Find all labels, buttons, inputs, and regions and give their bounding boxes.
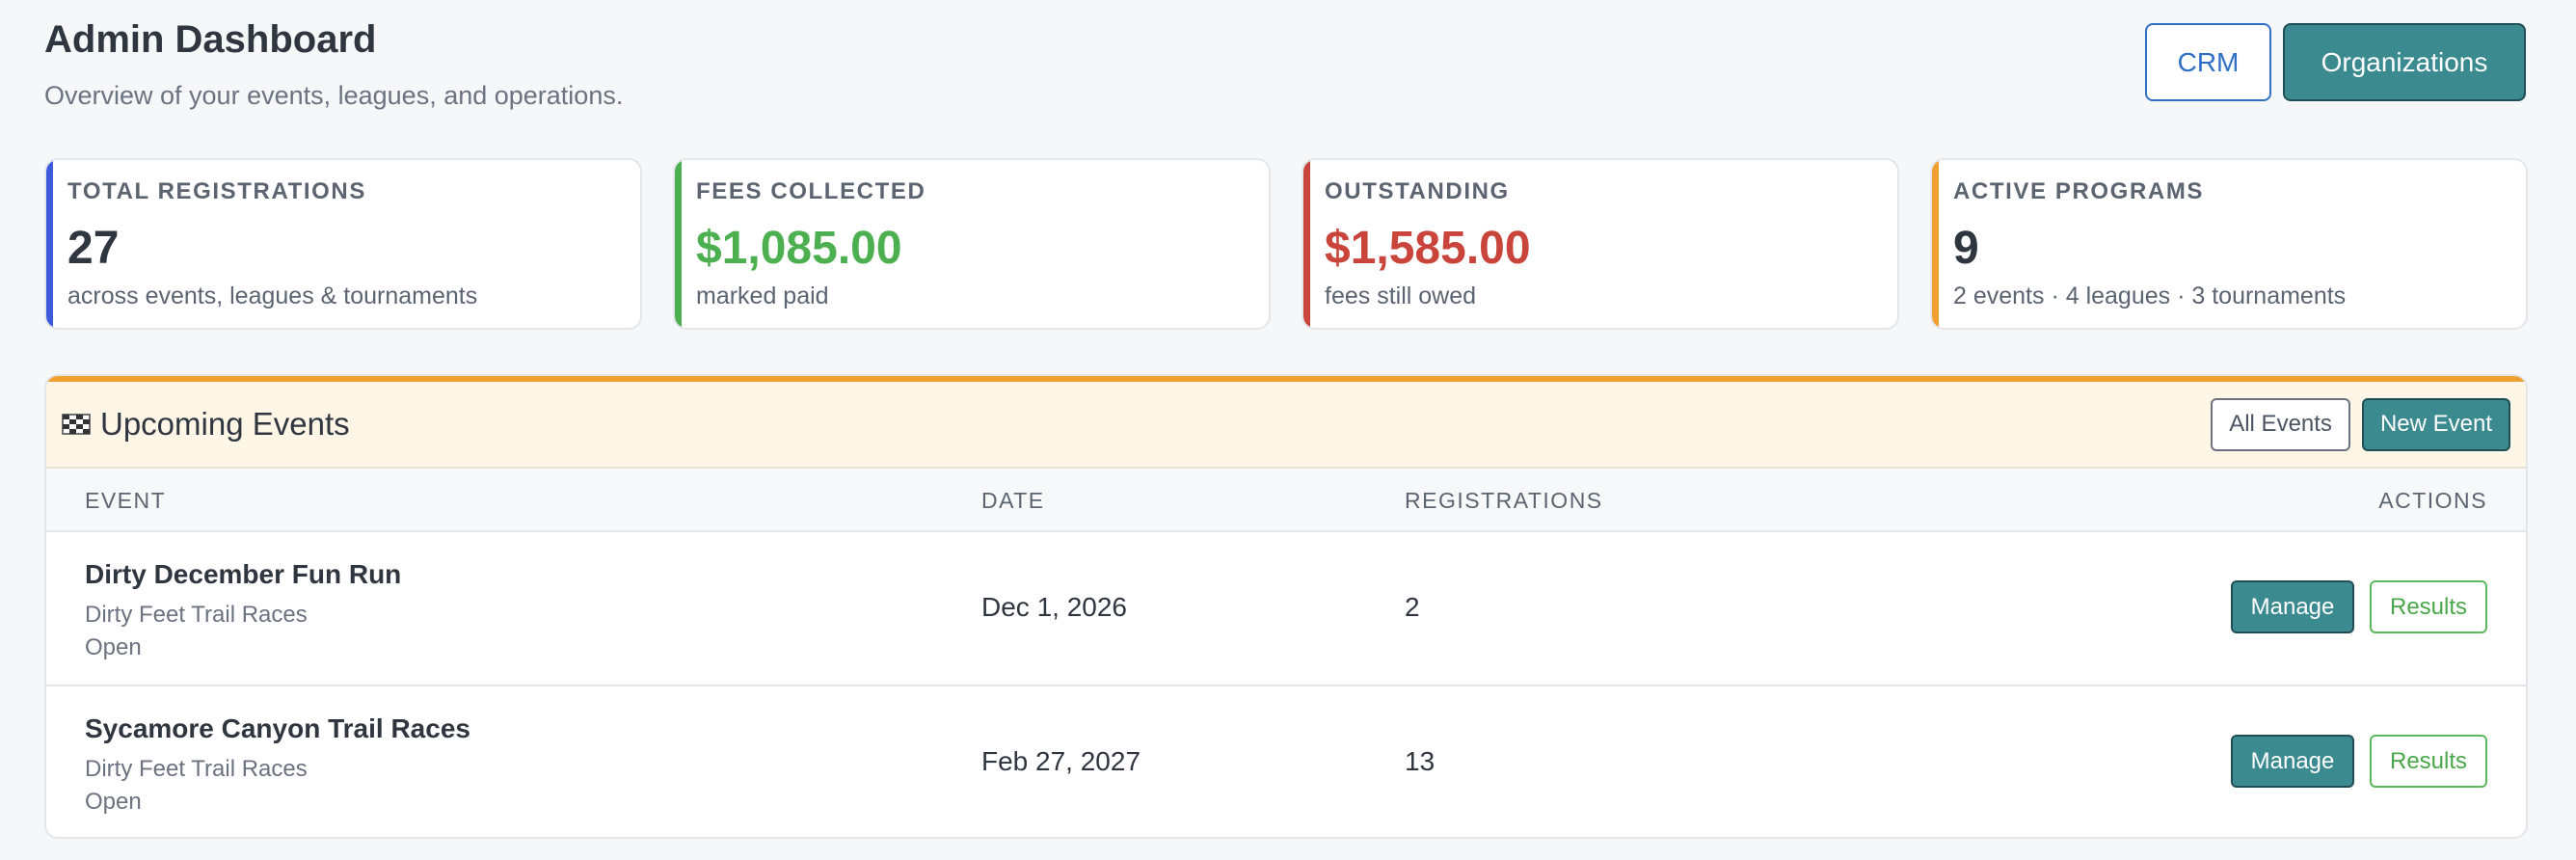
row-actions: Manage Results (2231, 735, 2487, 788)
results-button[interactable]: Results (2370, 580, 2487, 633)
organizations-button[interactable]: Organizations (2283, 23, 2526, 101)
event-date: Feb 27, 2027 (981, 746, 1141, 776)
table-row: Sycamore Canyon Trail Races Dirty Feet T… (46, 686, 2526, 837)
events-actions: All Events New Event (2211, 397, 2510, 451)
stat-label: ACTIVE PROGRAMS (1953, 178, 2205, 204)
event-organization: Dirty Feet Trail Races (85, 756, 308, 782)
results-button[interactable]: Results (2370, 735, 2487, 788)
manage-button[interactable]: Manage (2231, 735, 2354, 788)
event-registrations: 13 (1405, 746, 1436, 776)
stat-label: TOTAL REGISTRATIONS (67, 178, 366, 204)
stat-card-fees-collected: FEES COLLECTED $1,085.00 marked paid (673, 158, 1271, 330)
stat-accent-bar (675, 160, 682, 328)
page-title: Admin Dashboard (44, 18, 377, 61)
stats-row: TOTAL REGISTRATIONS 27 across events, le… (44, 158, 2528, 330)
stat-accent-bar (46, 160, 53, 328)
page-subtitle: Overview of your events, leagues, and op… (44, 81, 624, 110)
stat-label: FEES COLLECTED (696, 178, 926, 204)
stat-card-outstanding: OUTSTANDING $1,585.00 fees still owed (1301, 158, 1899, 330)
column-header-registrations: REGISTRATIONS (1405, 488, 1603, 513)
events-table-header: EVENT DATE REGISTRATIONS ACTIONS (46, 469, 2526, 532)
page-header: Admin Dashboard Overview of your events,… (44, 13, 623, 112)
checkered-flag-icon (62, 414, 91, 435)
row-actions: Manage Results (2231, 580, 2487, 633)
column-header-event: EVENT (85, 488, 167, 513)
stat-value: 27 (67, 223, 120, 274)
header-actions: CRM Organizations (2145, 23, 2526, 101)
stat-caption: fees still owed (1325, 282, 1477, 309)
stat-value: $1,085.00 (696, 223, 902, 274)
stat-caption: across events, leagues & tournaments (67, 282, 478, 309)
stat-card-total-registrations: TOTAL REGISTRATIONS 27 across events, le… (44, 158, 642, 330)
stat-caption: 2 events · 4 leagues · 3 tournaments (1953, 282, 2347, 309)
events-header: Upcoming Events All Events New Event (46, 382, 2526, 469)
stat-card-active-programs: ACTIVE PROGRAMS 9 2 events · 4 leagues ·… (1930, 158, 2528, 330)
upcoming-events-panel: Upcoming Events All Events New Event EVE… (44, 374, 2528, 839)
all-events-button[interactable]: All Events (2211, 397, 2350, 451)
event-name: Sycamore Canyon Trail Races (85, 713, 470, 743)
events-title: Upcoming Events (62, 406, 350, 443)
stat-accent-bar (1932, 160, 1939, 328)
event-organization: Dirty Feet Trail Races (85, 602, 308, 628)
stat-caption: marked paid (696, 282, 829, 309)
table-row: Dirty December Fun Run Dirty Feet Trail … (46, 532, 2526, 686)
event-registrations: 2 (1405, 592, 1420, 622)
crm-button[interactable]: CRM (2145, 23, 2271, 101)
new-event-button[interactable]: New Event (2361, 397, 2510, 451)
stat-value: 9 (1953, 223, 1979, 274)
admin-dashboard-page: Admin Dashboard Overview of your events,… (0, 0, 2576, 860)
column-header-actions: ACTIONS (2378, 488, 2487, 513)
column-header-date: DATE (981, 488, 1045, 513)
stat-label: OUTSTANDING (1325, 178, 1510, 204)
event-name: Dirty December Fun Run (85, 559, 402, 589)
stat-accent-bar (1303, 160, 1310, 328)
stat-value: $1,585.00 (1325, 223, 1531, 274)
events-title-text: Upcoming Events (100, 406, 350, 442)
manage-button[interactable]: Manage (2231, 580, 2354, 633)
event-date: Dec 1, 2026 (981, 592, 1127, 622)
event-status: Open (85, 634, 142, 660)
event-status: Open (85, 789, 142, 815)
